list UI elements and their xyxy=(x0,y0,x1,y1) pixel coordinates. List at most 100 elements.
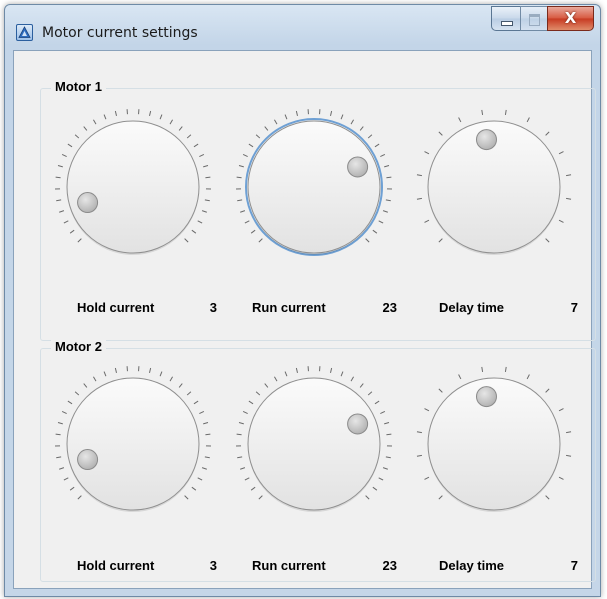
knob-tick xyxy=(169,376,173,382)
app-icon[interactable] xyxy=(16,24,33,41)
knob-tick xyxy=(384,165,390,168)
knob-value-hold-current: 3 xyxy=(209,300,217,315)
knob-tick xyxy=(386,433,392,436)
knob-tick xyxy=(240,210,246,213)
knob-tick xyxy=(340,114,344,120)
knob-tick xyxy=(59,210,65,213)
knob-tick xyxy=(159,371,163,377)
minimize-button[interactable] xyxy=(491,6,520,31)
knob-tick xyxy=(205,433,211,436)
knob-delay-time[interactable] xyxy=(414,364,574,524)
knob-tick xyxy=(416,431,422,434)
knob-tick xyxy=(149,110,152,117)
minimize-icon xyxy=(501,21,513,26)
knob-dial xyxy=(416,366,572,512)
knob-tick xyxy=(264,126,269,131)
knob-label-run-current: Run current xyxy=(252,300,326,315)
knob-tick xyxy=(438,388,443,393)
knob-tick xyxy=(416,174,422,177)
knob-tick xyxy=(458,117,462,123)
title-bar[interactable]: Motor current settings X xyxy=(5,5,600,45)
knob-tick xyxy=(365,495,370,500)
knob-tick xyxy=(169,119,173,125)
knob-delay-time[interactable] xyxy=(414,107,574,267)
close-icon: X xyxy=(564,9,577,27)
knob-tick xyxy=(424,476,430,480)
knob-tick xyxy=(77,495,82,500)
knob-tick xyxy=(274,119,278,125)
knob-tick xyxy=(359,126,364,131)
knob-tick xyxy=(558,219,564,223)
knob-indicator xyxy=(475,386,497,408)
knob-tick xyxy=(416,454,422,457)
knob-run-current[interactable] xyxy=(234,107,394,267)
knob-label-delay-time: Delay time xyxy=(439,300,505,315)
knob-value-delay-time: 7 xyxy=(570,300,578,315)
knob-tick xyxy=(191,486,197,491)
window-title: Motor current settings xyxy=(42,25,198,41)
close-button[interactable]: X xyxy=(547,6,594,31)
knob-tick xyxy=(545,131,550,136)
knob-dial xyxy=(236,366,392,512)
knob-face xyxy=(247,377,381,511)
knob-tick xyxy=(103,114,107,120)
knob-face xyxy=(66,120,200,254)
knob-tick xyxy=(114,110,117,117)
knob-tick xyxy=(382,467,388,470)
knob-tick xyxy=(203,165,209,168)
knob-tick xyxy=(545,388,550,393)
knob-tick xyxy=(255,134,261,139)
knob-hold-current[interactable] xyxy=(53,107,213,267)
knob-tick xyxy=(504,366,507,372)
knob-tick xyxy=(193,400,199,405)
knob-tick xyxy=(67,400,73,405)
knob-tick xyxy=(378,477,384,481)
knob-tick xyxy=(438,495,443,500)
knob-tick xyxy=(386,176,392,179)
knob-tick xyxy=(103,371,107,377)
knob-tick xyxy=(201,467,207,470)
knob-label-delay-time: Delay time xyxy=(439,558,505,573)
knob-tick xyxy=(385,199,391,202)
knob-tick xyxy=(204,199,210,202)
window: Motor current settings X Motor 1 Hold cu… xyxy=(4,4,601,597)
knob-tick xyxy=(184,495,189,500)
knob-tick xyxy=(264,383,269,388)
maximize-button[interactable] xyxy=(520,6,547,31)
knob-tick xyxy=(59,467,65,470)
knob-tick xyxy=(69,229,75,234)
knob-tick xyxy=(203,422,209,425)
knob-tick xyxy=(385,456,391,459)
knob-run-current[interactable] xyxy=(234,364,394,524)
knob-tick xyxy=(57,422,63,425)
knob-label-hold-current: Hold current xyxy=(77,558,155,573)
knob-tick xyxy=(61,153,67,157)
knob-tick xyxy=(55,433,61,436)
knob-tick xyxy=(199,410,205,414)
knob-tick xyxy=(424,151,430,155)
knob-tick xyxy=(193,143,199,148)
knob-tick xyxy=(178,383,183,388)
knob-tick xyxy=(374,400,380,405)
group-motor-2: Motor 2 Hold current 3 Run current 23 De… xyxy=(40,339,596,582)
knob-tick xyxy=(558,408,564,412)
knob-face xyxy=(247,120,381,254)
group-motor-1: Motor 1 Hold current 3 Run current 23 De… xyxy=(40,79,596,341)
knob-tick xyxy=(178,126,183,131)
knob-hold-current[interactable] xyxy=(53,364,213,524)
knob-tick xyxy=(63,220,69,224)
knob-tick xyxy=(424,219,430,223)
knob-tick xyxy=(378,220,384,224)
knob-tick xyxy=(372,486,378,491)
group-title: Motor 2 xyxy=(51,339,106,354)
knob-tick xyxy=(242,410,248,414)
knob-tick xyxy=(248,400,254,405)
knob-tick xyxy=(350,119,354,125)
knob-tick xyxy=(63,477,69,481)
knob-tick xyxy=(295,110,298,117)
knob-tick xyxy=(242,153,248,157)
knob-tick xyxy=(238,422,244,425)
knob-indicator xyxy=(347,413,369,435)
knob-indicator xyxy=(347,156,369,178)
knob-tick xyxy=(236,433,242,436)
